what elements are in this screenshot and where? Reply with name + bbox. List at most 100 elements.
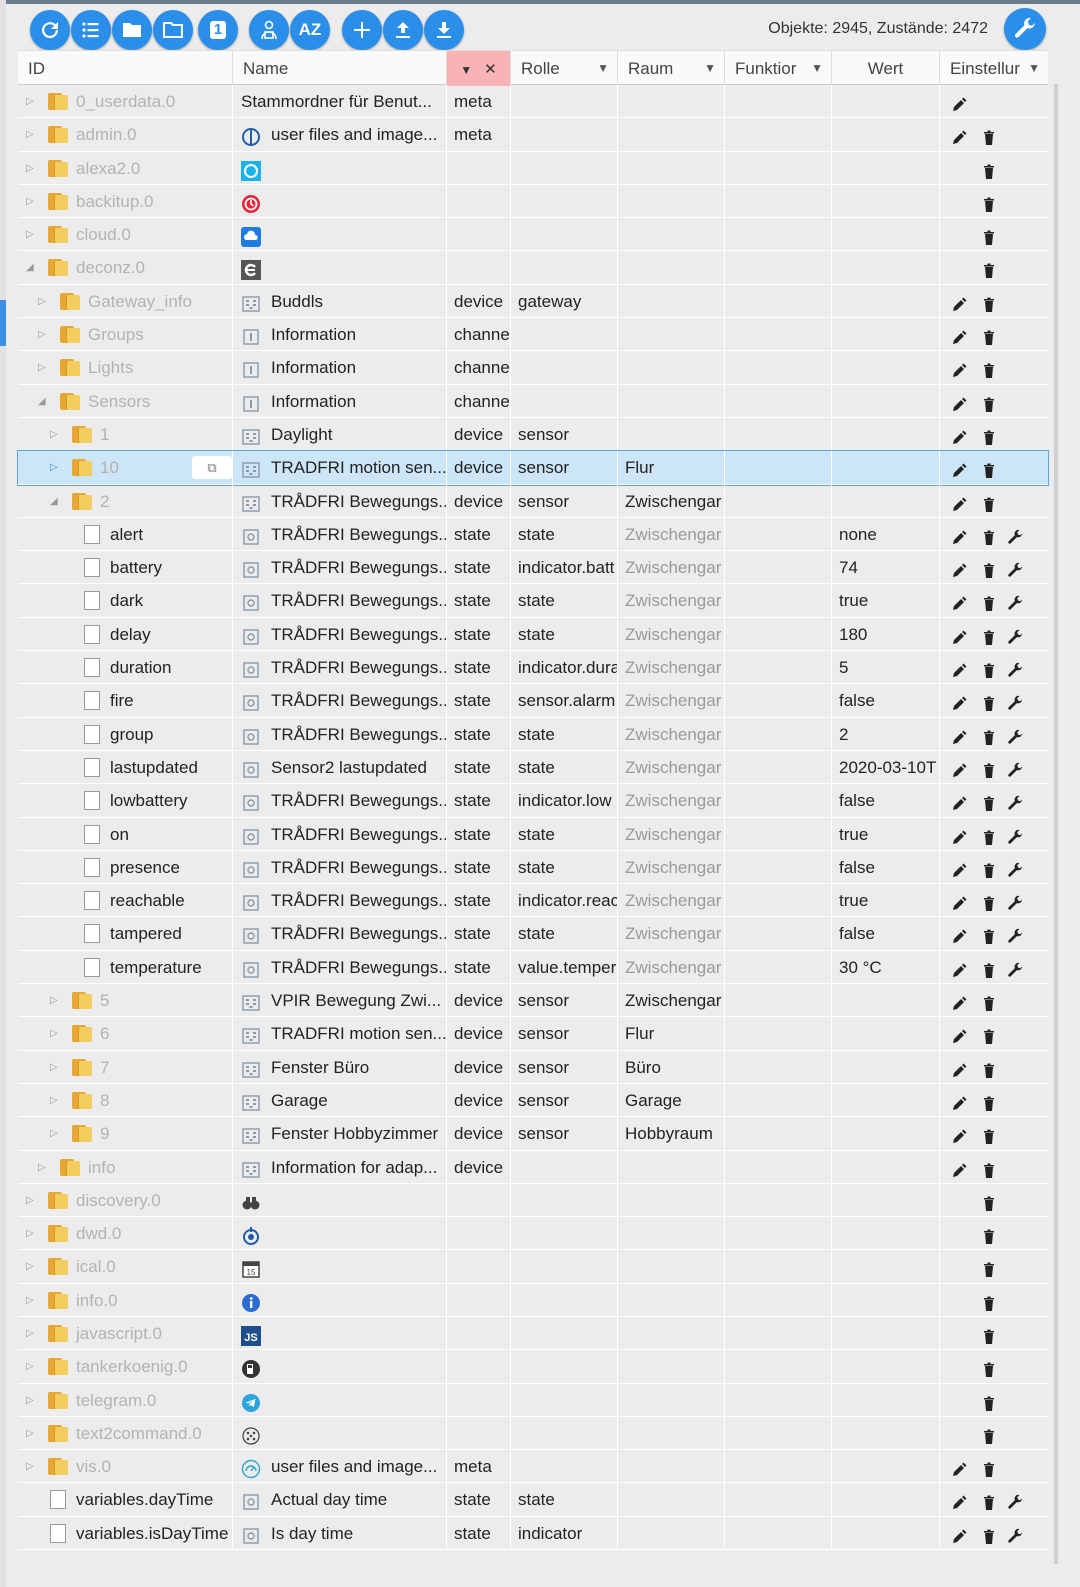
table-row[interactable]: ▷ javascript.0 JS xyxy=(18,1316,1048,1351)
wrench-icon[interactable] xyxy=(1006,725,1024,744)
wrench-icon[interactable] xyxy=(1006,1490,1024,1510)
delete-icon[interactable] xyxy=(980,1357,998,1378)
delete-icon[interactable] xyxy=(980,825,998,845)
delete-icon[interactable] xyxy=(980,325,998,346)
wrench-icon[interactable] xyxy=(1006,924,1024,944)
table-row[interactable]: ▷ Groups Information channe xyxy=(18,318,1048,352)
table-row[interactable]: ◢ 2 TRÅDFRI Bewegungs... device sensor Zwisch… xyxy=(18,484,1048,518)
edit-icon[interactable] xyxy=(950,658,968,678)
chevron-down-icon[interactable]: ▼ xyxy=(811,51,823,86)
cell-value[interactable] xyxy=(832,1017,940,1051)
header-type-filter[interactable]: ▼ ✕ xyxy=(447,51,511,86)
wrench-icon[interactable] xyxy=(1006,958,1024,977)
edit-icon[interactable] xyxy=(950,924,968,944)
cell-value[interactable] xyxy=(832,1516,940,1550)
wrench-icon[interactable] xyxy=(1006,691,1024,711)
delete-icon[interactable] xyxy=(980,558,998,579)
edit-icon[interactable] xyxy=(950,92,968,111)
wrench-icon[interactable] xyxy=(1006,591,1024,611)
edit-icon[interactable] xyxy=(950,392,968,411)
table-row[interactable]: ▷ 5 VPIR Bewegung Zwi... device sensor Zwisch… xyxy=(18,984,1048,1018)
cell-value[interactable]: true xyxy=(832,817,940,851)
edit-icon[interactable] xyxy=(950,1490,968,1510)
edit-icon[interactable] xyxy=(950,791,968,811)
edit-icon[interactable] xyxy=(950,292,968,311)
cell-value[interactable]: 30 °C xyxy=(832,950,940,984)
folder-button[interactable] xyxy=(112,10,152,50)
delete-icon[interactable] xyxy=(980,1490,998,1511)
table-row[interactable]: ▷ telegram.0 xyxy=(18,1383,1048,1417)
expand-toggle-icon[interactable]: ▷ xyxy=(50,1051,58,1084)
cell-value[interactable]: none xyxy=(832,517,940,551)
cell-value[interactable]: true xyxy=(832,584,940,618)
table-row[interactable]: ▷ 9 Fenster Hobbyzimmer device sensor Hobbyra… xyxy=(18,1117,1048,1151)
delete-icon[interactable] xyxy=(980,458,998,479)
cell-value[interactable] xyxy=(832,451,940,485)
wrench-icon[interactable] xyxy=(1006,891,1024,910)
delete-icon[interactable] xyxy=(980,691,998,712)
delete-icon[interactable] xyxy=(980,991,998,1012)
refresh-button[interactable] xyxy=(30,10,70,50)
edit-icon[interactable] xyxy=(950,991,968,1011)
cell-value[interactable]: 180 xyxy=(832,617,940,651)
cell-value[interactable] xyxy=(832,1217,940,1251)
edit-icon[interactable] xyxy=(950,1457,968,1477)
table-row[interactable]: ▷ admin.0 user files and image... meta xyxy=(18,118,1048,152)
table-row[interactable]: battery TRÅDFRI Bewegungs... state indicato… xyxy=(18,551,1048,585)
scrollbar[interactable] xyxy=(1054,84,1058,1564)
header-function[interactable]: Funktior ▼ xyxy=(725,51,832,86)
cell-value[interactable] xyxy=(832,85,940,118)
table-row[interactable]: delay TRÅDFRI Bewegungs... state state Zwisc… xyxy=(18,617,1048,652)
delete-icon[interactable] xyxy=(980,924,998,945)
table-row[interactable]: on TRÅDFRI Bewegungs... state state Zwischen… xyxy=(18,817,1048,851)
table-row[interactable]: variables.dayTime Actual day time state sta… xyxy=(18,1483,1048,1517)
expand-toggle-icon[interactable]: ▷ xyxy=(26,1284,34,1317)
expand-toggle-icon[interactable]: ▷ xyxy=(38,1151,46,1184)
edit-icon[interactable] xyxy=(950,425,968,444)
filter-dropdown-icon[interactable]: ▼ xyxy=(460,63,472,77)
expand-toggle-icon[interactable]: ▷ xyxy=(50,451,58,484)
upload-button[interactable] xyxy=(383,10,423,50)
table-row[interactable]: ▷ ical.0 15 xyxy=(18,1250,1048,1284)
expand-toggle-icon[interactable]: ▷ xyxy=(26,1217,34,1250)
expand-toggle-icon[interactable]: ▷ xyxy=(26,118,34,151)
delete-icon[interactable] xyxy=(980,791,998,812)
delete-icon[interactable] xyxy=(980,358,998,379)
expand-toggle-icon[interactable]: ▷ xyxy=(50,418,58,451)
cell-value[interactable] xyxy=(832,1117,940,1151)
expand-toggle-icon[interactable]: ▷ xyxy=(38,351,46,384)
delete-icon[interactable] xyxy=(980,658,998,679)
expand-toggle-icon[interactable]: ▷ xyxy=(26,1417,34,1450)
cell-value[interactable] xyxy=(832,1150,940,1184)
delete-icon[interactable] xyxy=(980,392,998,412)
table-row[interactable]: ◢ Sensors Information channe xyxy=(18,384,1048,418)
edit-icon[interactable] xyxy=(950,858,968,877)
table-row[interactable]: ▷ vis.0 user files and image... meta xyxy=(18,1450,1048,1484)
delete-icon[interactable] xyxy=(980,225,998,246)
delete-icon[interactable] xyxy=(980,1158,998,1178)
folder-outline-button[interactable] xyxy=(153,10,193,50)
table-row[interactable]: fire TRÅDFRI Bewegungs... state sensor.alar… xyxy=(18,684,1048,718)
expert-button[interactable] xyxy=(249,10,289,50)
cell-value[interactable] xyxy=(832,1416,940,1450)
cell-value[interactable] xyxy=(832,1450,940,1484)
table-row[interactable]: ▷ Lights Information channe xyxy=(18,351,1048,385)
copy-icon[interactable]: ⧉ xyxy=(192,456,232,480)
collapse-toggle-icon[interactable]: ◢ xyxy=(38,385,46,418)
delete-icon[interactable] xyxy=(980,958,998,978)
delete-icon[interactable] xyxy=(980,591,998,612)
wrench-icon[interactable] xyxy=(1006,1524,1024,1543)
cell-value[interactable]: 5 xyxy=(832,651,940,685)
header-room[interactable]: Raum ▼ xyxy=(618,51,725,86)
list-view-button[interactable] xyxy=(71,10,111,50)
expand-toggle-icon[interactable]: ▷ xyxy=(38,318,46,351)
sort-az-button[interactable]: AZ xyxy=(290,10,330,50)
download-button[interactable] xyxy=(424,10,464,50)
edit-icon[interactable] xyxy=(950,958,968,977)
delete-icon[interactable] xyxy=(980,425,998,445)
edit-icon[interactable] xyxy=(950,891,968,911)
delete-icon[interactable] xyxy=(980,1524,998,1544)
settings-button[interactable] xyxy=(1004,8,1046,50)
edit-icon[interactable] xyxy=(950,1158,968,1177)
wrench-icon[interactable] xyxy=(1006,525,1024,544)
